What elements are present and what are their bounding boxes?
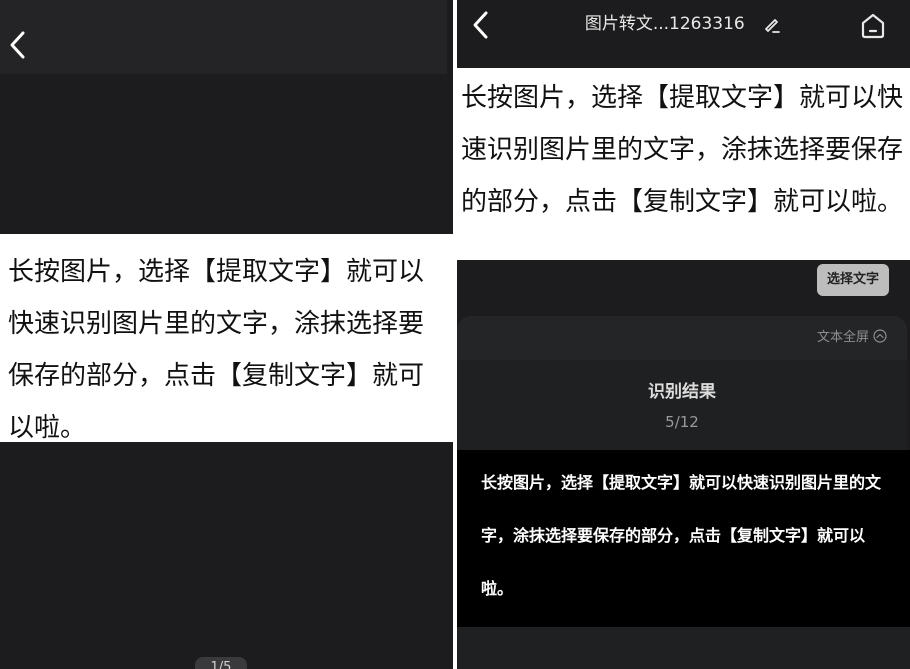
page-title-text: 图片转文...1263316: [584, 14, 745, 34]
result-text[interactable]: 长按图片，选择【提取文字】就可以快速识别图片里的文字，涂抹选择要保存的部分，点击…: [481, 456, 889, 615]
right-ocr-screen: 图片转文...1263316 长按图片，选择【提取文字】就可以快速识别图片里的文…: [457, 0, 910, 669]
pencil-icon[interactable]: [762, 14, 782, 34]
select-text-button[interactable]: 选择文字: [817, 264, 889, 296]
left-image-text: 长按图片，选择【提取文字】就可以快速识别图片里的文字，涂抹选择要保存的部分，点击…: [8, 257, 425, 443]
chevron-up-circle-icon: [873, 329, 887, 343]
home-icon[interactable]: [858, 10, 888, 40]
fullscreen-label: 文本全屏: [816, 330, 869, 345]
left-image-viewer: 长按图片，选择【提取文字】就可以快速识别图片里的文字，涂抹选择要保存的部分，点击…: [0, 0, 453, 669]
right-header-bar: 图片转文...1263316: [457, 0, 910, 54]
back-icon[interactable]: [8, 30, 28, 60]
result-bottom-area: [457, 627, 910, 669]
result-count: 5/12: [665, 413, 699, 431]
left-bottom-area: [0, 442, 453, 669]
left-header-bar: [0, 0, 447, 74]
page-title[interactable]: 图片转文...1263316: [457, 12, 910, 36]
result-title: 识别结果: [648, 382, 716, 402]
page-indicator: 1/5: [195, 657, 247, 669]
right-image-text: 长按图片，选择【提取文字】就可以快速识别图片里的文字，涂抹选择要保存的部分，点击…: [461, 83, 904, 217]
fullscreen-toggle[interactable]: 文本全屏: [757, 329, 887, 347]
